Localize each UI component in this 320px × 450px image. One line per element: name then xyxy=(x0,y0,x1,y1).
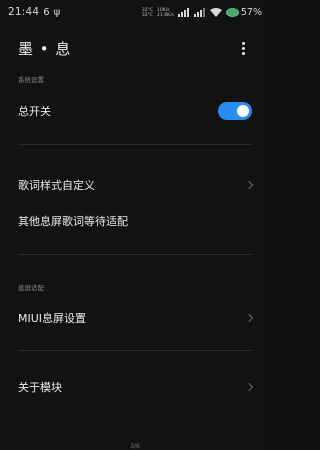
section-label-basic: 系统设置 xyxy=(18,76,44,84)
signal-icon xyxy=(177,7,189,17)
page-indicator: 3/6 xyxy=(130,443,140,450)
app-header: 墨 • 息 xyxy=(0,34,270,62)
chevron-right-icon xyxy=(244,382,254,392)
section-divider xyxy=(18,350,252,351)
lyric-style-label: 歌词样式自定义 xyxy=(18,179,95,192)
about-module-label: 关于模块 xyxy=(18,381,62,394)
status-bar: 21:44 6 ψ 32°C 32°C 10K/s 21.6K/s 57% xyxy=(0,0,270,24)
app-screen: 21:44 6 ψ 32°C 32°C 10K/s 21.6K/s 57% 墨 … xyxy=(0,0,270,450)
wifi-icon xyxy=(209,7,222,17)
status-time: 21:44 xyxy=(8,6,40,18)
battery-indicator: 57% xyxy=(225,6,262,18)
section-label-aod: 息屏适配 xyxy=(18,284,44,292)
master-switch-row[interactable]: 总开关 xyxy=(0,98,270,124)
battery-percent: 57% xyxy=(240,6,262,18)
more-dot-icon xyxy=(241,41,245,45)
lyric-style-row[interactable]: 歌词样式自定义 xyxy=(0,172,270,198)
battery-icon xyxy=(225,7,239,17)
section-divider xyxy=(18,144,252,145)
usb-icon: ψ xyxy=(53,6,61,18)
status-right: 32°C 32°C 10K/s 21.6K/s 57% xyxy=(142,6,262,19)
other-aod-row[interactable]: 其他息屏歌词等待适配 xyxy=(0,208,270,234)
master-switch-toggle[interactable] xyxy=(218,102,252,120)
temperature-readout: 32°C 32°C xyxy=(142,8,153,18)
more-dot-icon xyxy=(241,46,245,50)
network-speed-readout: 10K/s 21.6K/s xyxy=(157,8,174,18)
chevron-right-icon xyxy=(244,313,254,323)
page-title: 墨 • 息 xyxy=(18,39,72,58)
about-module-row[interactable]: 关于模块 xyxy=(0,374,270,400)
status-left: 21:44 6 ψ xyxy=(8,6,60,18)
temp-2: 32°C xyxy=(141,13,154,18)
chevron-right-icon xyxy=(244,180,254,190)
section-divider xyxy=(18,254,252,255)
signal-icon-2 xyxy=(193,7,205,17)
other-aod-label: 其他息屏歌词等待适配 xyxy=(18,215,128,228)
net-speed-2: 21.6K/s xyxy=(157,13,174,18)
miui-aod-label: MIUI息屏设置 xyxy=(18,312,87,325)
notification-icon: 6 xyxy=(43,6,50,18)
miui-aod-row[interactable]: MIUI息屏设置 xyxy=(0,305,270,331)
more-dot-icon xyxy=(241,51,245,55)
more-options-button[interactable] xyxy=(234,37,252,59)
master-switch-label: 总开关 xyxy=(18,105,51,118)
toggle-knob xyxy=(237,105,249,117)
